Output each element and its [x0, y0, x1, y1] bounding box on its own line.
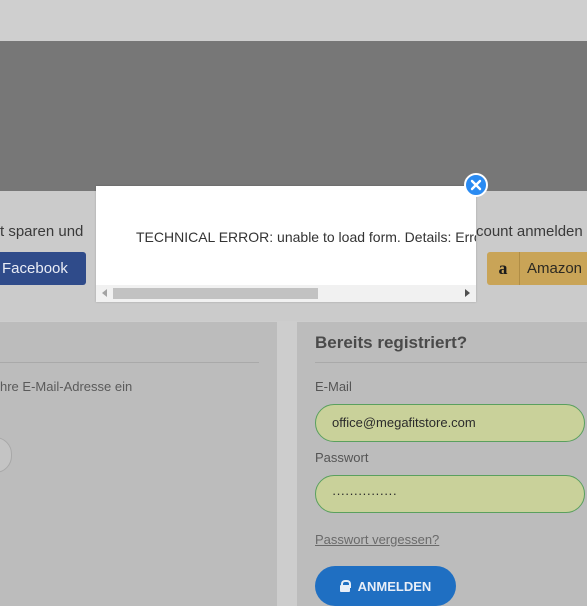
password-field[interactable]: ··············· — [315, 475, 585, 513]
error-modal: TECHNICAL ERROR: unable to load form. De… — [96, 186, 476, 302]
amazon-login-button[interactable]: a Amazon — [487, 252, 587, 285]
horizontal-scrollbar[interactable] — [96, 285, 476, 302]
amazon-icon: a — [487, 252, 520, 285]
forgot-password-link[interactable]: Passwort vergessen? — [315, 532, 439, 547]
lock-icon — [339, 580, 351, 592]
login-heading: Bereits registriert? — [315, 333, 468, 352]
login-button-label: ANMELDEN — [357, 578, 432, 594]
email-field[interactable]: office@megafitstore.com — [315, 404, 585, 442]
top-bar — [0, 0, 587, 41]
close-icon[interactable] — [464, 173, 488, 197]
promo-text-right: count anmelden — [476, 223, 583, 240]
login-divider — [315, 362, 587, 363]
error-message: TECHNICAL ERROR: unable to load form. De… — [136, 229, 476, 245]
register-divider — [0, 362, 259, 363]
scroll-right-icon[interactable] — [465, 289, 470, 297]
scrollbar-thumb[interactable] — [113, 288, 318, 299]
register-hint: hre E-Mail-Adresse ein — [0, 379, 133, 394]
close-x-glyph — [470, 179, 482, 191]
promo-text-left: t sparen und — [0, 223, 84, 240]
email-label: E-Mail — [315, 379, 352, 394]
login-button[interactable]: ANMELDEN — [315, 566, 456, 606]
facebook-login-button[interactable]: Facebook — [0, 252, 86, 285]
register-panel — [0, 322, 277, 606]
password-label: Passwort — [315, 450, 369, 465]
scroll-left-icon[interactable] — [102, 289, 107, 297]
hero-banner — [0, 41, 587, 191]
amazon-label: Amazon — [527, 260, 583, 277]
